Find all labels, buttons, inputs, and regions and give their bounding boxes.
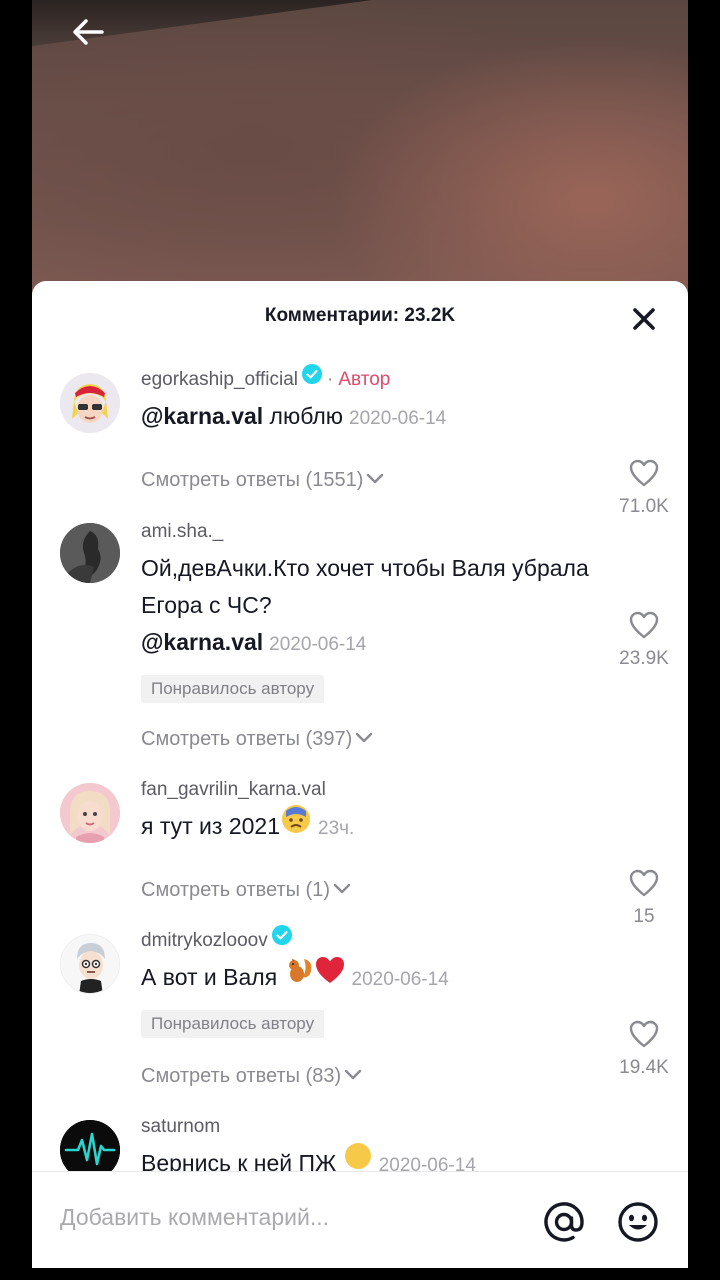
avatar[interactable]: [60, 934, 120, 994]
comment-date: 2020-06-14: [269, 634, 367, 655]
like-count: 23.9K: [619, 648, 669, 669]
like-button[interactable]: 15: [614, 869, 674, 928]
comments-list: egorkaship_official · Автор @karna.val люб…: [32, 353, 688, 1171]
comments-sheet: Комментарии: 23.2K egorkaship_official ·…: [32, 281, 688, 1268]
squirrel-emoji-icon: [284, 955, 314, 996]
comment-username[interactable]: saturnom: [141, 1116, 220, 1137]
heart-icon: [629, 611, 659, 639]
like-count: 15: [633, 906, 655, 927]
comment-text: @karna.val люблю 2020-06-14: [141, 403, 447, 429]
close-icon[interactable]: [632, 307, 656, 331]
liked-by-author-badge: Понравилось автору: [141, 675, 325, 703]
comments-title: Комментарии: 23.2K: [264, 305, 456, 326]
verified-badge-icon: [302, 364, 323, 392]
avatar[interactable]: [60, 1120, 120, 1171]
like-button[interactable]: 19.4K: [614, 1020, 674, 1079]
comment-text: Вернись к ней ПЖ 2020-06-14: [141, 1143, 591, 1171]
sheet-header: Комментарии: 23.2K: [32, 281, 688, 353]
comment-input-bar: Добавить комментарий...: [32, 1171, 688, 1268]
avatar[interactable]: [60, 373, 120, 433]
emoji-icon[interactable]: [616, 1200, 660, 1244]
app-screen: Комментарии: 23.2K egorkaship_official ·…: [32, 0, 688, 1268]
sad-emoji-icon: [280, 803, 312, 846]
liked-by-author-badge: Понравилось автору: [141, 1010, 325, 1038]
smile-emoji-icon: [343, 1141, 373, 1171]
chevron-down-icon: [333, 884, 351, 894]
view-replies-button[interactable]: Смотреть ответы (1551): [141, 469, 385, 492]
comment-date: 2020-06-14: [349, 408, 447, 429]
avatar[interactable]: [60, 523, 120, 583]
comment-username[interactable]: fan_gavrilin_karna.val: [141, 779, 326, 800]
heart-icon: [629, 1020, 659, 1048]
comment-date: 2020-06-14: [351, 969, 449, 990]
comment-text: я тут из 2021 23ч.: [141, 805, 591, 847]
author-badge: Автор: [338, 369, 391, 390]
video-background: [32, 0, 688, 300]
like-count: 71.0K: [619, 496, 669, 517]
heart-emoji-icon: [314, 955, 346, 996]
comment-mention[interactable]: @karna.val: [141, 629, 263, 655]
like-button[interactable]: 23.9K: [614, 611, 674, 670]
chevron-down-icon: [344, 1070, 362, 1080]
at-icon[interactable]: [542, 1200, 586, 1244]
like-button[interactable]: 71.0K: [614, 459, 674, 518]
comment-username[interactable]: dmitrykozlooov: [141, 930, 268, 951]
heart-icon: [629, 869, 659, 897]
comment-text: Ой,девАчки.Кто хочет чтобы Валя убрала Е…: [141, 555, 589, 655]
comment-username[interactable]: egorkaship_official: [141, 369, 298, 390]
chevron-down-icon: [367, 474, 384, 484]
back-arrow-icon[interactable]: [68, 12, 108, 52]
comment-mention[interactable]: @karna.val: [141, 403, 263, 429]
comment-input[interactable]: Добавить комментарий...: [60, 1204, 329, 1231]
comment-date: 23ч.: [318, 818, 355, 839]
verified-badge-icon: [271, 925, 292, 953]
view-replies-button[interactable]: Смотреть ответы (83): [141, 1065, 363, 1088]
view-replies-button[interactable]: Смотреть ответы (1): [141, 879, 352, 902]
comment-username[interactable]: ami.sha._: [141, 521, 223, 542]
comment-text: А вот и Валя 2020-06-14: [141, 957, 591, 998]
chevron-down-icon: [356, 733, 373, 743]
avatar[interactable]: [60, 783, 120, 843]
heart-icon: [629, 459, 659, 487]
view-replies-button[interactable]: Смотреть ответы (397): [141, 728, 374, 751]
like-count: 19.4K: [619, 1057, 669, 1078]
comment-date: 2020-06-14: [378, 1155, 476, 1171]
